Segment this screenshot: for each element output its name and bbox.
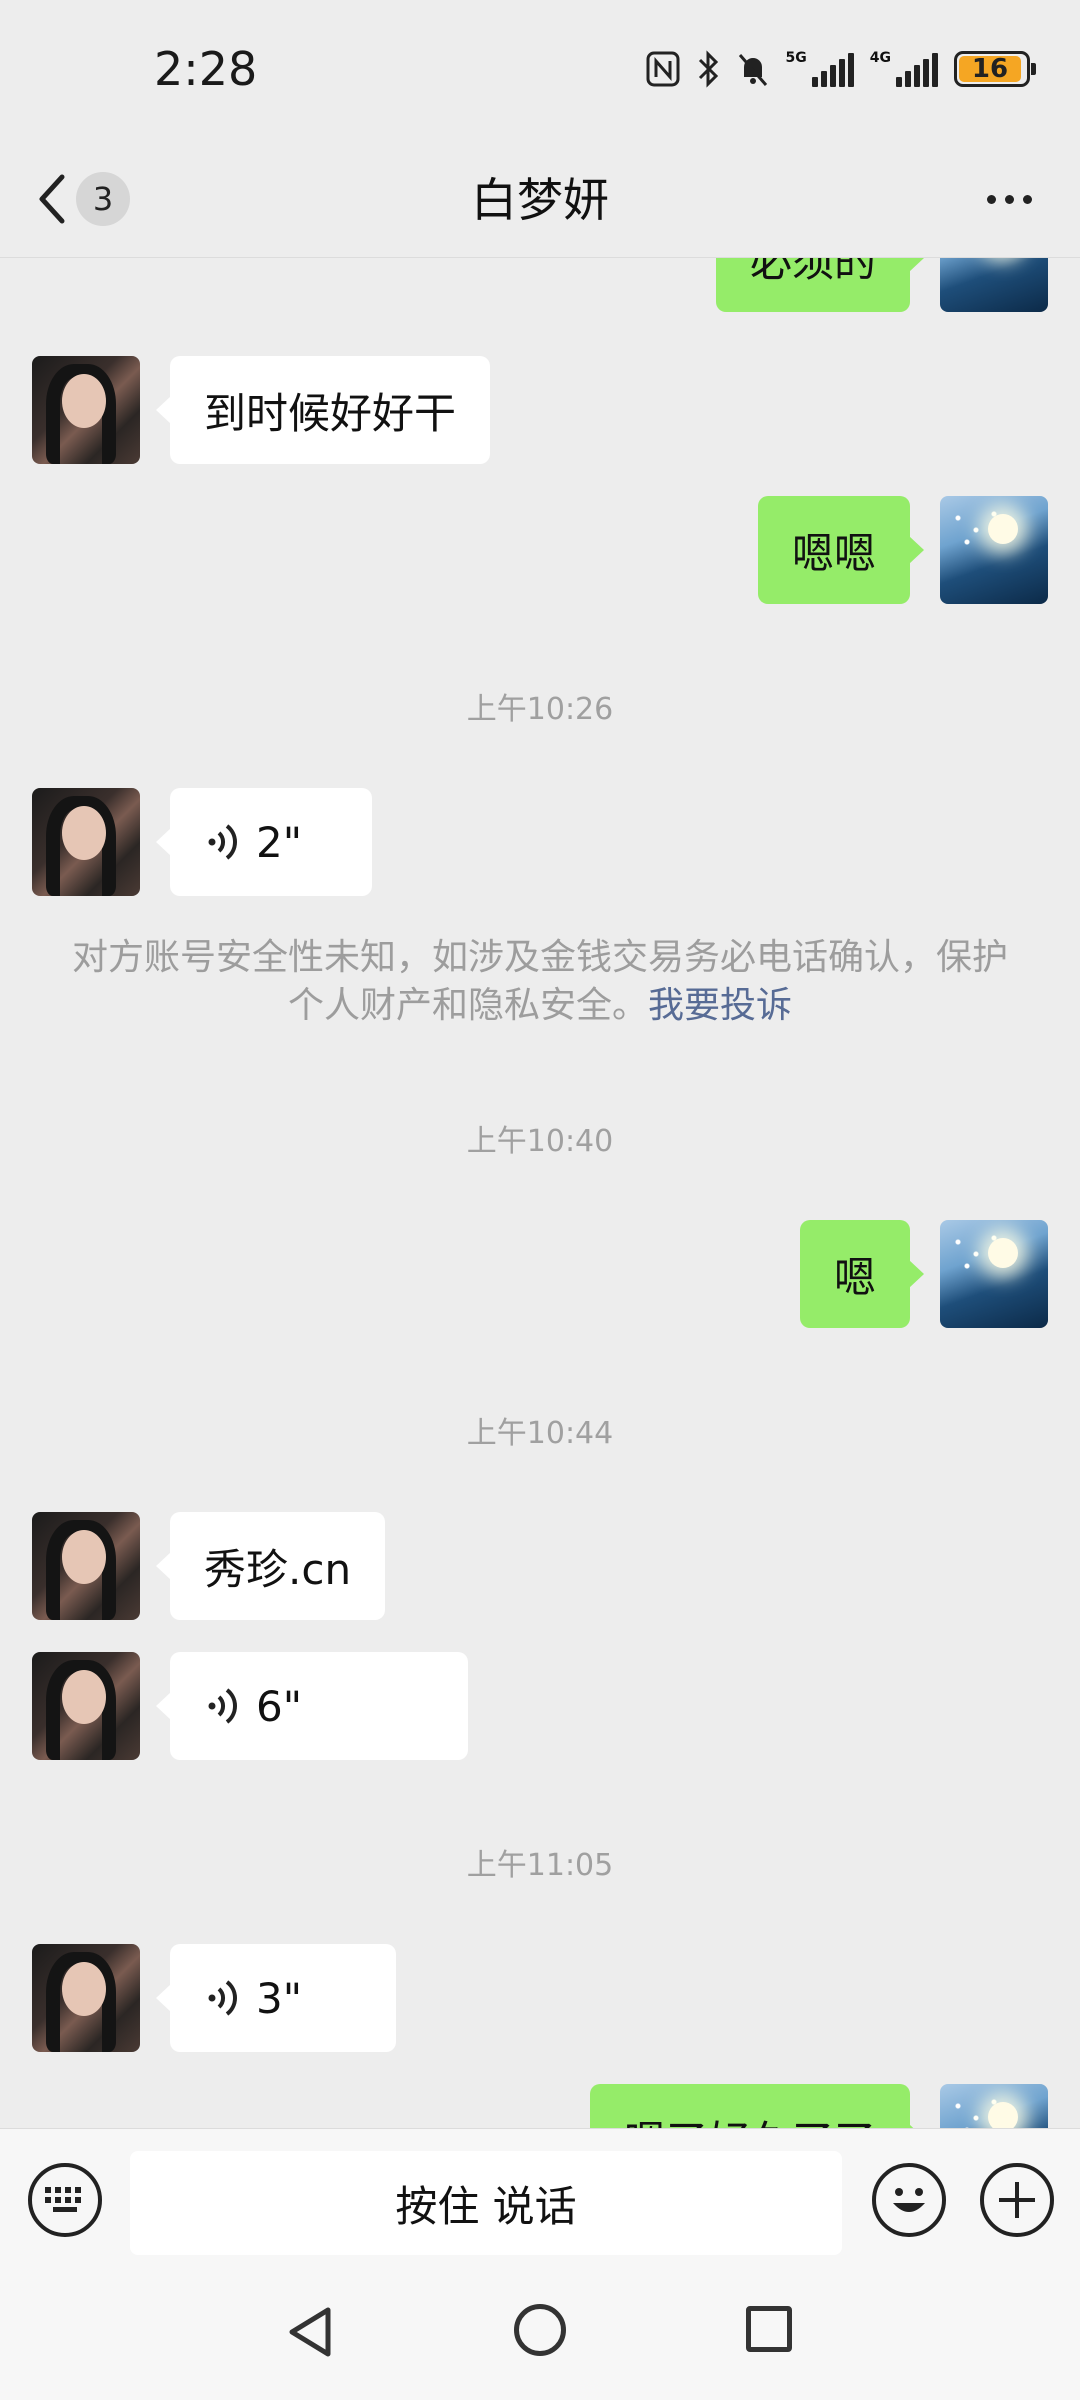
voice-duration: 6" [256, 1681, 303, 1731]
status-time: 2:28 [154, 42, 258, 96]
hold-to-talk-button[interactable]: 按住 说话 [130, 2151, 842, 2255]
my-avatar[interactable] [940, 258, 1048, 312]
nav-home-icon[interactable] [514, 2304, 566, 2356]
emoji-icon [893, 2188, 925, 2212]
plus-icon [999, 2182, 1035, 2218]
more-dot-icon [986, 194, 996, 204]
mute-icon [738, 54, 767, 86]
voice-wave-icon [208, 824, 237, 860]
voice-duration: 2" [256, 817, 303, 867]
keyboard-icon [45, 2187, 81, 2212]
security-notice-text: 对方账号安全性未知，如涉及金钱交易务必电话确认，保护个人财产和隐私安全。 [71, 937, 1008, 1026]
chat-title: 白梦妍 [471, 173, 609, 227]
input-bar: 按住 说话 [0, 2128, 1080, 2268]
battery-level: 16 [959, 54, 1021, 84]
voice-wave-icon [208, 1688, 237, 1724]
message-timestamp: 上午10:26 [466, 692, 614, 727]
contact-avatar[interactable] [32, 1944, 140, 2052]
signal-4g-icon: 4G [870, 51, 938, 87]
more-dot-icon [1022, 194, 1032, 204]
voice-message[interactable]: 6" [156, 1652, 468, 1760]
nfc-icon [646, 51, 680, 87]
voice-wave-icon [208, 1980, 237, 2016]
security-notice: 对方账号安全性未知，如涉及金钱交易务必电话确认，保护个人财产和隐私安全。我要投诉 [60, 934, 1020, 1030]
emoji-button[interactable] [872, 2163, 946, 2237]
message-timestamp: 上午11:05 [466, 1848, 614, 1883]
outgoing-message[interactable]: 嗯了好久了了 [589, 2084, 925, 2128]
my-avatar[interactable] [940, 496, 1048, 604]
my-avatar[interactable] [940, 1220, 1048, 1328]
voice-duration: 3" [256, 1973, 303, 2023]
outgoing-message[interactable]: 嗯 [799, 1220, 925, 1328]
my-avatar[interactable] [940, 2084, 1048, 2128]
incoming-message[interactable]: 秀珍.cn [155, 1512, 386, 1620]
keyboard-toggle-button[interactable] [28, 2163, 102, 2237]
contact-avatar[interactable] [32, 1512, 140, 1620]
bluetooth-icon [698, 50, 718, 88]
message-timestamp: 上午10:44 [466, 1416, 614, 1451]
signal-5g-icon: 5G [786, 51, 854, 87]
system-navigation-bar [0, 2268, 1080, 2400]
status-bar: 2:28 5G 4G 16 [0, 0, 1080, 140]
chat-header: 3 白梦妍 [0, 140, 1080, 258]
message-list[interactable]: 必须的 到时候好好干 嗯嗯 上午10:26 2" 对方账号安全性未知，如涉及金钱… [0, 258, 1080, 2128]
outgoing-message[interactable]: 嗯嗯 [757, 496, 925, 604]
incoming-message[interactable]: 到时候好好干 [155, 356, 491, 464]
contact-avatar[interactable] [32, 788, 140, 896]
voice-message[interactable]: 2" [156, 788, 372, 896]
contact-avatar[interactable] [32, 1652, 140, 1760]
nav-recent-apps-icon[interactable] [746, 2306, 792, 2352]
battery-icon: 16 [954, 51, 1036, 87]
nav-back-icon[interactable] [282, 2304, 338, 2360]
more-options-button[interactable] [974, 174, 1044, 224]
contact-avatar[interactable] [32, 356, 140, 464]
more-dot-icon [1004, 194, 1014, 204]
status-icons: 5G 4G 16 [646, 50, 1036, 88]
outgoing-message[interactable]: 必须的 [715, 258, 925, 312]
message-timestamp: 上午10:40 [466, 1124, 614, 1159]
voice-message[interactable]: 3" [156, 1944, 396, 2052]
report-link[interactable]: 我要投诉 [648, 985, 792, 1026]
add-attachment-button[interactable] [980, 2163, 1054, 2237]
